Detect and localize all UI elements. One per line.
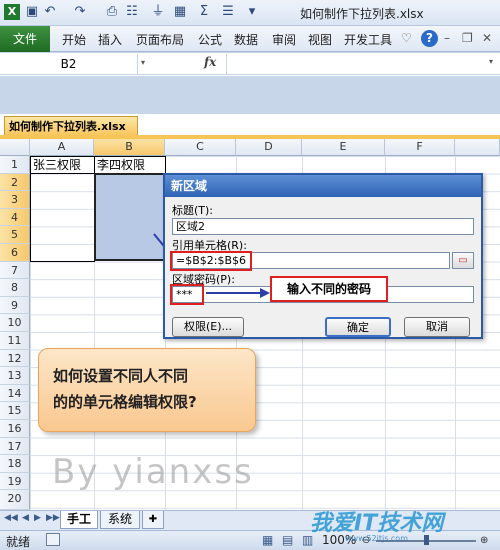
formula-expand-icon[interactable]: ▾: [489, 57, 493, 66]
row-header-8[interactable]: 8: [0, 279, 30, 297]
title-field[interactable]: 区域2: [172, 218, 474, 235]
row-header-18[interactable]: 18: [0, 455, 30, 473]
column-header-d[interactable]: D: [236, 139, 302, 156]
name-box[interactable]: B2: [0, 54, 138, 74]
formula-input[interactable]: [228, 54, 488, 74]
row-header-20[interactable]: 20: [0, 490, 30, 510]
tab-file[interactable]: 文件: [0, 26, 50, 52]
row-header-17[interactable]: 17: [0, 437, 30, 456]
align-icon[interactable]: ☰: [220, 4, 236, 20]
fx-icon[interactable]: fx: [204, 55, 216, 69]
undo-icon[interactable]: ↶: [42, 4, 58, 20]
tab-developer[interactable]: 开发工具: [344, 31, 392, 48]
tab-page-layout[interactable]: 页面布局: [136, 31, 184, 48]
name-box-dropdown-icon[interactable]: ▾: [141, 58, 145, 67]
column-header-e[interactable]: E: [302, 139, 385, 156]
password-highlight: [170, 284, 204, 305]
formula-separator: [226, 54, 227, 74]
last-sheet-icon[interactable]: ▶▶: [46, 513, 60, 523]
zoom-in-icon[interactable]: ⊕: [480, 535, 488, 546]
site-logo-url: www.52itjs.com: [345, 534, 408, 543]
sigma-icon[interactable]: Σ: [196, 4, 212, 20]
collapse-dialog-icon[interactable]: ▭: [452, 252, 474, 269]
column-header-b[interactable]: B: [94, 139, 165, 156]
sheet-tab-system[interactable]: 系统: [100, 511, 140, 529]
row-header-1[interactable]: 1: [0, 156, 30, 174]
range-a2-a6[interactable]: [30, 173, 95, 262]
title-field-label: 标题(T):: [172, 204, 214, 217]
row-header-4[interactable]: 4: [0, 208, 30, 227]
column-header-c[interactable]: C: [165, 139, 236, 156]
bubble-line-2: 的的单元格编辑权限?: [53, 393, 197, 411]
filter-icon[interactable]: ⏚: [150, 4, 166, 20]
workbook-background: [0, 76, 500, 114]
first-sheet-icon[interactable]: ◀◀: [4, 513, 18, 523]
row-header-9[interactable]: 9: [0, 296, 30, 315]
tab-data[interactable]: 数据: [234, 31, 258, 48]
row-header-3[interactable]: 3: [0, 191, 30, 209]
document-tab[interactable]: 如何制作下拉列表.xlsx: [4, 116, 138, 136]
borders-icon[interactable]: ▦: [172, 4, 188, 20]
callout-enter-password: 输入不同的密码: [270, 276, 388, 302]
row-header-2[interactable]: 2: [0, 173, 30, 192]
row-header-16[interactable]: 16: [0, 420, 30, 438]
window-restore-icon[interactable]: ❐: [462, 31, 473, 45]
print-preview-icon[interactable]: ⎙: [104, 4, 120, 20]
cell-a1[interactable]: 张三权限: [30, 156, 95, 174]
row-header-13[interactable]: 13: [0, 367, 30, 385]
row-header-15[interactable]: 15: [0, 402, 30, 420]
form-icon[interactable]: ☷: [124, 4, 140, 20]
select-all-corner[interactable]: [0, 139, 30, 156]
insert-sheet-icon[interactable]: ✚: [142, 511, 164, 529]
customize-icon[interactable]: ▾: [244, 4, 260, 20]
cell-b1[interactable]: 李四权限: [94, 156, 166, 174]
prev-sheet-icon[interactable]: ◀: [22, 513, 29, 523]
save-icon[interactable]: ▣: [24, 4, 40, 20]
ok-button[interactable]: 确定: [325, 317, 391, 337]
window-title: 如何制作下拉列表.xlsx: [300, 7, 424, 21]
page-layout-view-icon[interactable]: ▤: [282, 533, 293, 547]
reference-highlight: [170, 251, 252, 271]
sheet-tab-manual[interactable]: 手工: [60, 511, 98, 529]
row-header-11[interactable]: 11: [0, 332, 30, 350]
info-bubble: 如何设置不同人不同 的的单元格编辑权限?: [38, 348, 256, 432]
arrow-to-password-icon: [206, 288, 270, 298]
row-header-6[interactable]: 6: [0, 244, 30, 262]
macro-record-icon[interactable]: [46, 533, 60, 546]
tab-formulas[interactable]: 公式: [198, 31, 222, 48]
window-minimize-icon[interactable]: –: [444, 31, 450, 45]
normal-view-icon[interactable]: ▦: [262, 533, 273, 547]
row-header-19[interactable]: 19: [0, 472, 30, 491]
tab-insert[interactable]: 插入: [98, 31, 122, 48]
window-close-icon[interactable]: ✕: [482, 31, 492, 45]
tab-review[interactable]: 审阅: [272, 31, 296, 48]
column-header-a[interactable]: A: [30, 139, 94, 156]
help-icon[interactable]: ?: [421, 30, 438, 47]
row-header-12[interactable]: 12: [0, 349, 30, 368]
redo-icon[interactable]: ↷: [72, 4, 88, 20]
row-header-14[interactable]: 14: [0, 384, 30, 403]
column-header-f[interactable]: F: [385, 139, 455, 156]
row-header-7[interactable]: 7: [0, 261, 30, 280]
minimize-ribbon-icon[interactable]: ♡: [401, 31, 412, 45]
dialog-title: 新区域: [165, 175, 481, 197]
excel-app-icon[interactable]: X: [4, 4, 20, 20]
watermark: By yianxss: [52, 452, 254, 492]
tab-view[interactable]: 视图: [308, 31, 332, 48]
cancel-button[interactable]: 取消: [404, 317, 470, 337]
row-header-5[interactable]: 5: [0, 226, 30, 244]
tab-home[interactable]: 开始: [62, 31, 86, 48]
site-logo: 我爱IT技术网: [310, 511, 444, 536]
row-header-10[interactable]: 10: [0, 314, 30, 332]
next-sheet-icon[interactable]: ▶: [34, 513, 41, 523]
bubble-line-1: 如何设置不同人不同: [53, 367, 189, 385]
status-ready: 就绪: [6, 535, 31, 549]
permissions-button[interactable]: 权限(E)...: [172, 317, 244, 337]
column-header-g[interactable]: [455, 139, 500, 156]
